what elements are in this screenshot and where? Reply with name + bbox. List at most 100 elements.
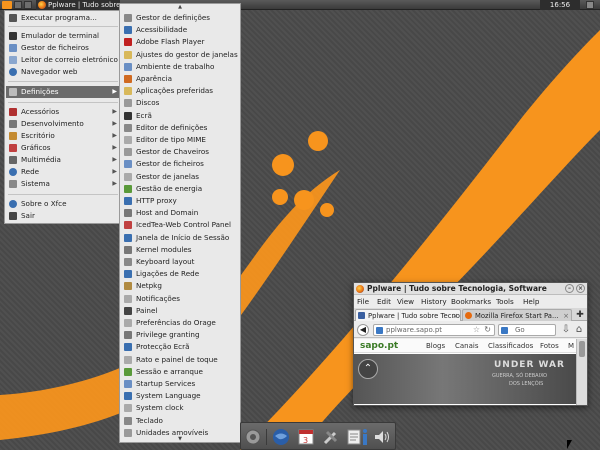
submenu-item[interactable]: Host and Domain (121, 207, 240, 219)
applications-menu-button[interactable] (2, 1, 12, 9)
submenu-item[interactable]: Painel (121, 305, 240, 317)
submenu-item[interactable]: Gestor de ficheiros (121, 158, 240, 170)
settings-gear-icon[interactable] (243, 427, 263, 447)
submenu-item[interactable]: System clock (121, 402, 240, 414)
show-desktop-button[interactable] (24, 1, 32, 9)
menu-item-web-browser[interactable]: Navegador web (6, 66, 120, 78)
menu-item-development[interactable]: Desenvolvimento ▶ (6, 118, 120, 130)
submenu-item[interactable]: Aplicações preferidas (121, 85, 240, 97)
submenu-item[interactable]: Privilege granting (121, 329, 240, 341)
info-icon[interactable] (360, 427, 370, 447)
workspace-button[interactable] (14, 1, 22, 9)
submenu-item-label: Gestor de janelas (136, 171, 199, 181)
logout-panel-button[interactable] (586, 1, 594, 9)
submenu-item[interactable]: Editor de tipo MIME (121, 134, 240, 146)
tools-icon[interactable] (321, 427, 341, 447)
sapo-link-blogs[interactable]: Blogs (426, 339, 445, 353)
reload-icon[interactable]: ↻ (484, 325, 491, 335)
menu-help[interactable]: Help (523, 296, 539, 307)
search-box[interactable]: Go (498, 324, 556, 336)
submenu-item[interactable]: Sessão e arranque (121, 366, 240, 378)
tab-pplware[interactable]: Pplware | Tudo sobre Tecnolo... × (355, 309, 461, 321)
new-tab-button[interactable]: ✚ (574, 309, 586, 321)
submenu-item[interactable]: Netpkg (121, 280, 240, 292)
submenu-item[interactable]: Ecrã (121, 110, 240, 122)
menu-item-accessories[interactable]: Acessórios ▶ (6, 106, 120, 118)
tab-firefox-start[interactable]: Mozilla Firefox Start Pa... × (462, 309, 572, 321)
close-button[interactable]: × (576, 284, 585, 293)
menu-history[interactable]: History (421, 296, 447, 307)
submenu-item[interactable]: Teclado (121, 415, 240, 427)
menu-item-graphics[interactable]: Gráficos ▶ (6, 142, 120, 154)
menu-tools[interactable]: Tools (496, 296, 514, 307)
menu-item-run-program[interactable]: Executar programa... (6, 12, 120, 24)
menu-item-system[interactable]: Sistema ▶ (6, 178, 120, 190)
menu-item-multimedia[interactable]: Multimédia ▶ (6, 154, 120, 166)
sapo-link-channels[interactable]: Canais (455, 339, 479, 353)
menu-item-file-manager[interactable]: Gestor de ficheiros (6, 42, 120, 54)
site-banner[interactable]: ⌃ UNDER WAR GUERRA, SÓ DEBAIXO DOS LENÇÓ… (354, 354, 576, 404)
scroll-top-button[interactable]: ⌃ (358, 359, 378, 379)
system-icon (9, 180, 17, 188)
tab-close-icon[interactable]: × (452, 310, 458, 321)
menu-item-about-xfce[interactable]: Sobre o Xfce (6, 198, 120, 210)
submenu-item[interactable]: Ajustes do gestor de janelas (121, 49, 240, 61)
submenu-item[interactable]: Kernel modules (121, 244, 240, 256)
submenu-item[interactable]: Gestor de definições (121, 12, 240, 24)
menu-view[interactable]: View (397, 296, 414, 307)
menu-item-label: Definições (21, 87, 59, 96)
calendar-icon[interactable]: 3 (296, 427, 316, 447)
submenu-item[interactable]: Gestor de Chaveiros (121, 146, 240, 158)
submenu-item[interactable]: Aparência (121, 73, 240, 85)
downloads-icon[interactable]: ⇩ (560, 324, 572, 336)
submenu-item[interactable]: Gestor de janelas (121, 171, 240, 183)
submenu-item[interactable]: Ambiente de trabalho (121, 61, 240, 73)
bookmark-star-icon[interactable]: ☆ (473, 325, 480, 335)
vertical-scrollbar[interactable] (576, 339, 587, 405)
menu-edit[interactable]: Edit (377, 296, 391, 307)
menu-item-settings[interactable]: Definições ▶ (6, 86, 120, 98)
scrollbar-thumb[interactable] (579, 341, 585, 357)
menu-file[interactable]: File (357, 296, 369, 307)
menu-item-terminal[interactable]: Emulador de terminal (6, 30, 120, 42)
sapo-logo[interactable]: sapo.pt (360, 339, 398, 353)
submenu-item[interactable]: System Language (121, 390, 240, 402)
scroll-down-arrow-icon[interactable]: ▼ (120, 436, 240, 442)
submenu-item[interactable]: Janela de Início de Sessão (121, 232, 240, 244)
submenu-item[interactable]: IcedTea-Web Control Panel (121, 219, 240, 231)
menu-item-office[interactable]: Escritório ▶ (6, 130, 120, 142)
volume-icon[interactable] (372, 427, 392, 447)
submenu-item[interactable]: Adobe Flash Player (121, 36, 240, 48)
submenu-item[interactable]: Rato e painel de toque (121, 354, 240, 366)
submenu-item[interactable]: Startup Services (121, 378, 240, 390)
submenu-item[interactable]: Notificações (121, 293, 240, 305)
scroll-up-arrow-icon[interactable]: ▲ (120, 4, 240, 10)
submenu-item[interactable]: Gestão de energia (121, 183, 240, 195)
window-titlebar[interactable]: Pplware | Tudo sobre Tecnologia, Softwar… (354, 283, 587, 295)
submenu-item[interactable]: Acessibilidade (121, 24, 240, 36)
menu-item-label: Leitor de correio eletrónico (21, 55, 118, 64)
minimize-button[interactable]: – (565, 284, 574, 293)
web-browser-globe-icon[interactable] (271, 427, 291, 447)
sapo-link-more[interactable]: M (568, 339, 574, 353)
menu-item-mail-reader[interactable]: Leitor de correio eletrónico (6, 54, 120, 66)
url-bar[interactable]: pplware.sapo.pt ☆ ↻ (373, 324, 495, 336)
clock[interactable]: 16:56 (540, 0, 580, 10)
taskbar-window-button[interactable]: Pplware | Tudo sobre (36, 0, 120, 10)
submenu-item[interactable]: HTTP proxy (121, 195, 240, 207)
submenu-item[interactable]: Discos (121, 97, 240, 109)
back-button[interactable]: ◀ (357, 324, 369, 336)
submenu-item[interactable]: Preferências do Orage (121, 317, 240, 329)
home-icon[interactable]: ⌂ (573, 324, 585, 336)
tab-close-icon[interactable]: × (563, 310, 569, 321)
submenu-item[interactable]: Editor de definições (121, 122, 240, 134)
submenu-item[interactable]: Keyboard layout (121, 256, 240, 268)
menu-bookmarks[interactable]: Bookmarks (451, 296, 491, 307)
sapo-link-classifieds[interactable]: Classificados (488, 339, 533, 353)
submenu-item-label: System Language (136, 391, 201, 401)
sapo-link-photos[interactable]: Fotos (540, 339, 559, 353)
submenu-item[interactable]: Protecção Ecrã (121, 341, 240, 353)
menu-item-network[interactable]: Rede ▶ (6, 166, 120, 178)
submenu-item[interactable]: Ligações de Rede (121, 268, 240, 280)
menu-item-logout[interactable]: Sair (6, 210, 120, 222)
